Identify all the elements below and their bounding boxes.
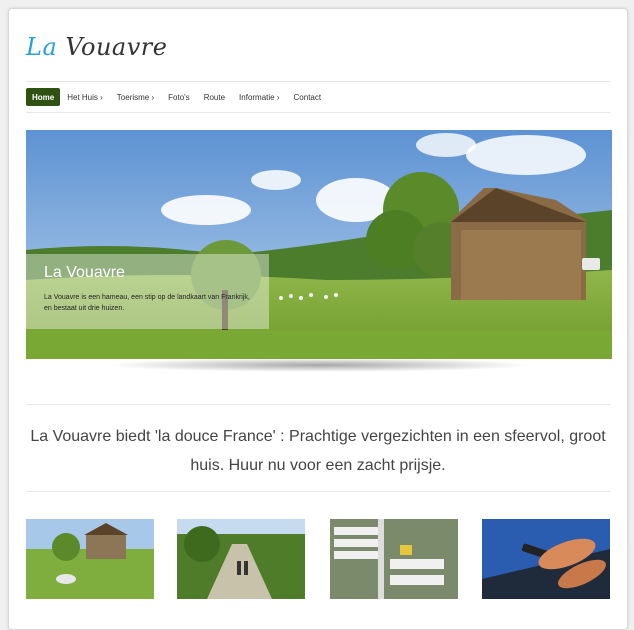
thumbnail-landscape[interactable] (26, 519, 154, 599)
nav-route[interactable]: Route (197, 88, 232, 106)
page-frame: La Vouavre Home Het Huis › Toerisme › Fo… (8, 8, 628, 630)
hero-slider[interactable]: La Vouavre La Vouavre is een hameau, een… (26, 130, 612, 359)
main-nav: Home Het Huis › Toerisme › Foto's Route … (26, 81, 610, 113)
walking-path-photo-icon (177, 519, 305, 599)
hero-title: La Vouavre (44, 264, 125, 281)
hero-shadow (104, 358, 534, 372)
nav-home[interactable]: Home (26, 88, 61, 106)
nav-contact[interactable]: Contact (287, 88, 329, 106)
landscape-photo-icon (26, 519, 154, 599)
tagline: La Vouavre biedt 'la douce France' : Pra… (30, 428, 606, 474)
divider-bottom (26, 491, 610, 492)
logo-la: La (26, 33, 58, 61)
nav-toerisme[interactable]: Toerisme › (110, 88, 161, 106)
logo-name: Vouavre (65, 33, 168, 61)
thumbnail-laptop-phone[interactable] (482, 519, 610, 599)
road-signs-photo-icon (330, 519, 458, 599)
divider-top (26, 404, 610, 405)
hero-caption: La Vouavre La Vouavre is een hameau, een… (26, 254, 269, 329)
thumbnail-road-signs[interactable] (330, 519, 458, 599)
site-logo[interactable]: La Vouavre (26, 33, 167, 61)
nav-het-huis[interactable]: Het Huis › (60, 88, 110, 106)
nav-fotos[interactable]: Foto's (161, 88, 197, 106)
thumbnail-walking-path[interactable] (177, 519, 305, 599)
hero-text: La Vouavre is een hameau, een stip op de… (44, 294, 250, 312)
nav-informatie[interactable]: Informatie › (232, 88, 286, 106)
laptop-phone-photo-icon (482, 519, 610, 599)
